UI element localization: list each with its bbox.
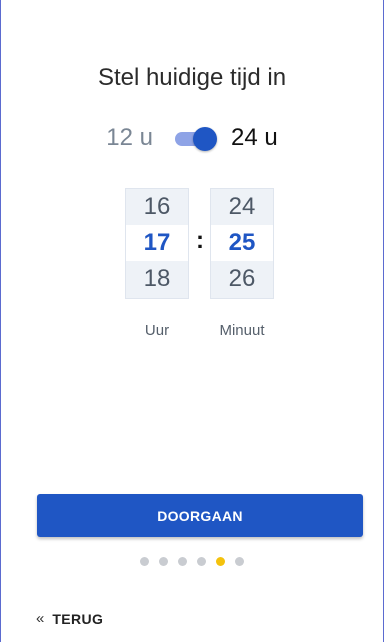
time-format-row: 12 u 24 u xyxy=(0,124,384,152)
pagination-dot xyxy=(235,557,244,566)
double-chevron-left-icon: « xyxy=(36,610,45,627)
hour-picker[interactable]: 16 17 18 xyxy=(125,188,189,299)
minute-picker[interactable]: 24 25 26 xyxy=(210,188,274,299)
hour-option-next[interactable]: 18 xyxy=(126,261,188,297)
pagination-dot xyxy=(178,557,187,566)
time-format-toggle[interactable] xyxy=(175,126,217,151)
format-12h-label[interactable]: 12 u xyxy=(106,124,153,152)
pagination-dot-active xyxy=(216,557,225,566)
screen-frame xyxy=(0,0,384,642)
time-separator: : xyxy=(196,227,204,254)
pagination-dot xyxy=(159,557,168,566)
back-label: TERUG xyxy=(52,610,104,627)
minute-option-selected[interactable]: 25 xyxy=(211,225,273,261)
pagination-dot xyxy=(140,557,149,566)
minute-label: Minuut xyxy=(219,322,265,339)
pagination-dot xyxy=(197,557,206,566)
continue-button[interactable]: DOORGAAN xyxy=(37,494,363,537)
format-24h-label[interactable]: 24 u xyxy=(231,124,278,152)
back-button[interactable]: « TERUG xyxy=(36,610,103,627)
toggle-knob xyxy=(193,127,217,151)
minute-option-prev[interactable]: 24 xyxy=(211,189,273,225)
hour-option-prev[interactable]: 16 xyxy=(126,189,188,225)
minute-option-next[interactable]: 26 xyxy=(211,261,273,297)
pagination-dots xyxy=(0,557,384,566)
page-title: Stel huidige tijd in xyxy=(97,64,287,91)
hour-option-selected[interactable]: 17 xyxy=(126,225,188,261)
hour-label: Uur xyxy=(144,322,170,339)
